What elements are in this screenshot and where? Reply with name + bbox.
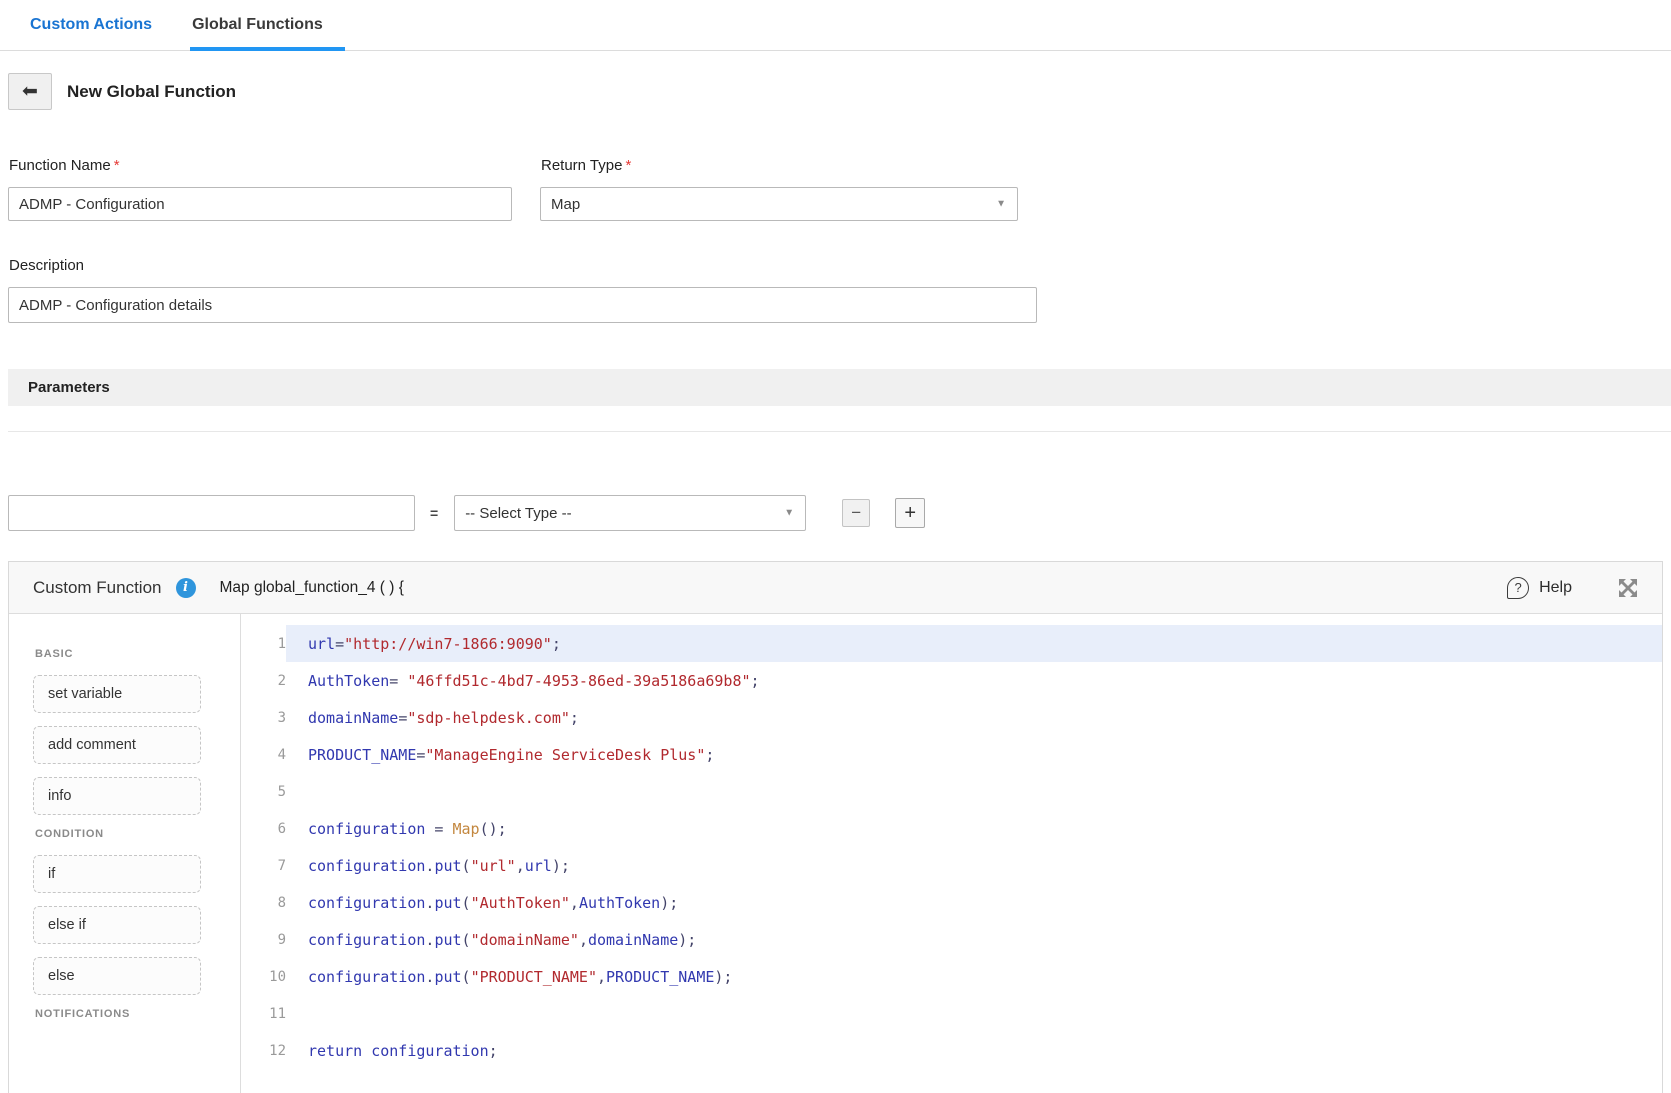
chevron-down-icon: ▼ <box>784 508 794 519</box>
line-number: 7 <box>241 858 286 874</box>
tab-global-functions[interactable]: Global Functions <box>190 16 345 51</box>
line-number: 10 <box>241 969 286 985</box>
code-line[interactable]: 7configuration.put("url",url); <box>241 847 1662 884</box>
help-label: Help <box>1539 579 1572 597</box>
tab-bar: Custom Actions Global Functions <box>0 0 1671 51</box>
parameter-type-placeholder: -- Select Type -- <box>465 505 571 522</box>
global-functions-page: Custom Actions Global Functions ⬅ New Glo… <box>0 0 1671 1093</box>
remove-parameter-button[interactable]: − <box>842 499 870 527</box>
tab-custom-actions[interactable]: Custom Actions <box>28 16 154 47</box>
code-text: domainName="sdp-helpdesk.com"; <box>286 699 1662 736</box>
line-number: 9 <box>241 932 286 948</box>
chevron-down-icon: ▼ <box>996 199 1006 210</box>
code-line[interactable]: 6configuration = Map(); <box>241 810 1662 847</box>
function-signature: Map global_function_4 ( ) { <box>220 579 404 597</box>
arrow-left-icon: ⬅ <box>22 80 38 103</box>
parameters-section-header: Parameters <box>8 369 1671 406</box>
snippet-group-title: CONDITION <box>35 828 240 840</box>
line-number: 12 <box>241 1043 286 1059</box>
page-header: ⬅ New Global Function <box>8 73 1671 110</box>
line-number: 8 <box>241 895 286 911</box>
line-number: 3 <box>241 710 286 726</box>
code-text: url="http://win7-1866:9090"; <box>286 625 1662 662</box>
code-text: return configuration; <box>286 1032 1662 1069</box>
code-text: AuthToken= "46ffd51c-4bd7-4953-86ed-39a5… <box>286 662 1662 699</box>
snippet-group-title: BASIC <box>35 648 240 660</box>
code-line[interactable]: 9configuration.put("domainName",domainNa… <box>241 921 1662 958</box>
code-line[interactable]: 10configuration.put("PRODUCT_NAME",PRODU… <box>241 958 1662 995</box>
page-title: New Global Function <box>67 82 236 102</box>
function-name-label: Function Name* <box>9 157 512 174</box>
parameter-name-input[interactable] <box>8 495 415 531</box>
function-form: Function Name* Return Type* Map ▼ Descri… <box>8 157 1671 323</box>
code-text: configuration = Map(); <box>286 810 1662 847</box>
snippet-info[interactable]: info <box>33 777 201 815</box>
code-line[interactable]: 5 <box>241 773 1662 810</box>
custom-function-title: Custom Function <box>33 578 162 598</box>
snippet-if[interactable]: if <box>33 855 201 893</box>
fullscreen-toggle-button[interactable] <box>1618 578 1638 598</box>
code-area[interactable]: 1url="http://win7-1866:9090";2AuthToken=… <box>241 614 1662 1093</box>
code-text <box>286 773 1662 810</box>
line-number: 2 <box>241 673 286 689</box>
return-type-label: Return Type* <box>541 157 1018 174</box>
add-parameter-button[interactable]: + <box>895 498 925 528</box>
code-text: configuration.put("domainName",domainNam… <box>286 921 1662 958</box>
line-number: 11 <box>241 1006 286 1022</box>
return-type-select[interactable]: Map ▼ <box>540 187 1018 221</box>
parameters-title: Parameters <box>28 379 110 396</box>
code-text <box>286 995 1662 1032</box>
code-text: PRODUCT_NAME="ManageEngine ServiceDesk P… <box>286 736 1662 773</box>
code-text: configuration.put("PRODUCT_NAME",PRODUCT… <box>286 958 1662 995</box>
help-button[interactable]: ? Help <box>1507 577 1572 599</box>
code-line[interactable]: 11 <box>241 995 1662 1032</box>
code-line[interactable]: 12return configuration; <box>241 1032 1662 1069</box>
question-mark-icon: ? <box>1507 577 1529 599</box>
line-number: 5 <box>241 784 286 800</box>
code-text: configuration.put("AuthToken",AuthToken)… <box>286 884 1662 921</box>
custom-function-header: Custom Function i Map global_function_4 … <box>9 562 1662 614</box>
snippet-sidebar: BASIC set variable add comment info CONDITIO… <box>9 614 241 1093</box>
code-line[interactable]: 3domainName="sdp-helpdesk.com"; <box>241 699 1662 736</box>
custom-function-panel: Custom Function i Map global_function_4 … <box>8 561 1663 1093</box>
code-line[interactable]: 4PRODUCT_NAME="ManageEngine ServiceDesk … <box>241 736 1662 773</box>
back-button[interactable]: ⬅ <box>8 73 52 110</box>
return-type-value: Map <box>551 196 580 213</box>
line-number: 4 <box>241 747 286 763</box>
code-text: configuration.put("url",url); <box>286 847 1662 884</box>
line-number: 6 <box>241 821 286 837</box>
code-line[interactable]: 1url="http://win7-1866:9090"; <box>241 625 1662 662</box>
code-line[interactable]: 8configuration.put("AuthToken",AuthToken… <box>241 884 1662 921</box>
required-asterisk: * <box>114 157 120 174</box>
info-icon[interactable]: i <box>176 578 196 598</box>
snippet-add-comment[interactable]: add comment <box>33 726 201 764</box>
function-name-input[interactable] <box>8 187 512 221</box>
required-asterisk: * <box>625 157 631 174</box>
description-input[interactable] <box>8 287 1037 323</box>
line-number: 1 <box>241 636 286 652</box>
divider <box>8 431 1671 432</box>
equals-sign: = <box>430 505 438 521</box>
custom-function-body: BASIC set variable add comment info CONDITIO… <box>9 614 1662 1093</box>
code-line[interactable]: 2AuthToken= "46ffd51c-4bd7-4953-86ed-39a… <box>241 662 1662 699</box>
snippet-else-if[interactable]: else if <box>33 906 201 944</box>
snippet-else[interactable]: else <box>33 957 201 995</box>
expand-arrows-icon <box>1618 578 1638 598</box>
description-label: Description <box>9 257 1671 274</box>
snippet-set-variable[interactable]: set variable <box>33 675 201 713</box>
parameter-type-select[interactable]: -- Select Type -- ▼ <box>454 495 806 531</box>
parameter-row: = -- Select Type -- ▼ − + <box>8 495 1671 531</box>
snippet-group-title: NOTIFICATIONS <box>35 1008 240 1020</box>
